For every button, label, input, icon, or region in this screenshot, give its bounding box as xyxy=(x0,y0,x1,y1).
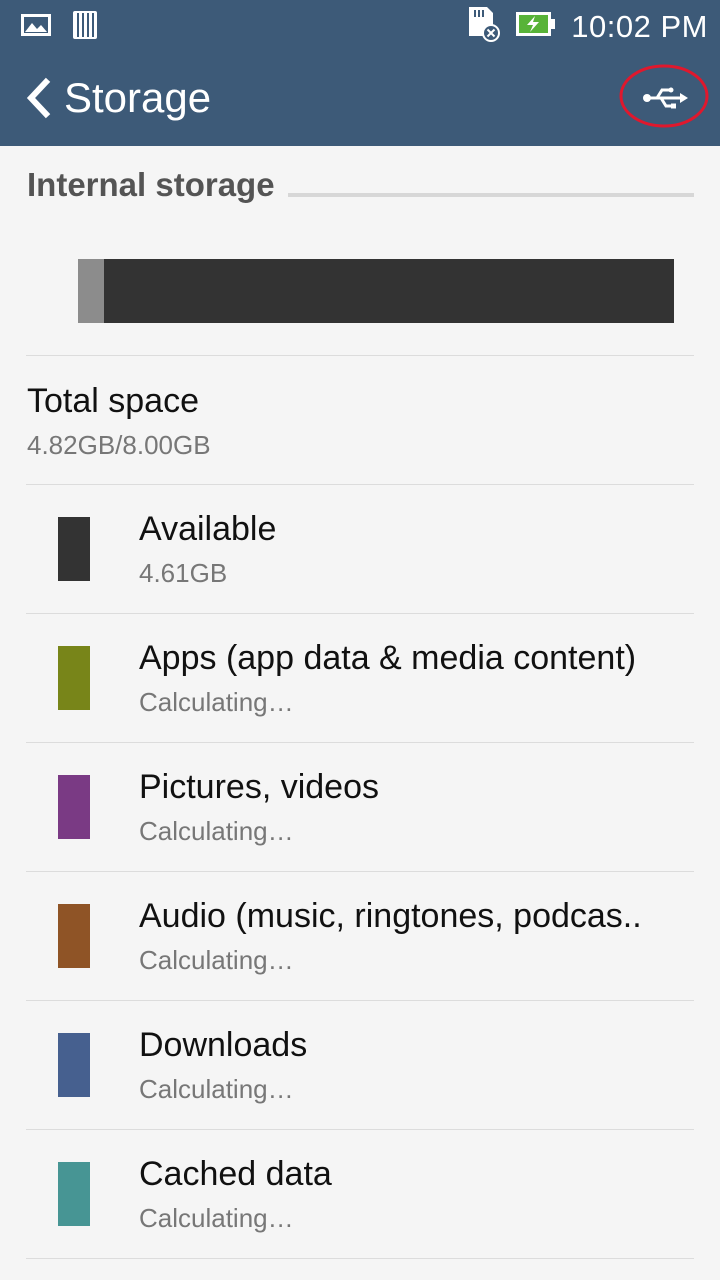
color-swatch xyxy=(58,904,90,968)
sd-card-error-icon xyxy=(467,6,501,47)
app-bar: Storage xyxy=(0,50,720,146)
storage-usage-bar xyxy=(78,259,674,323)
category-row-downloads[interactable]: Downloads Calculating… xyxy=(0,1001,720,1130)
category-label: Apps (app data & media content) xyxy=(139,639,637,677)
category-value: Calculating… xyxy=(139,1203,294,1233)
category-label: Downloads xyxy=(139,1026,308,1064)
divider xyxy=(26,355,694,356)
category-row-audio[interactable]: Audio (music, ringtones, podcas.. Calcul… xyxy=(0,872,720,1001)
status-bar: 10:02 PM xyxy=(0,0,720,50)
battery-charging-icon xyxy=(515,10,557,43)
category-row-available[interactable]: Available 4.61GB xyxy=(0,485,720,614)
category-value: Calculating… xyxy=(139,945,294,975)
color-swatch xyxy=(58,775,90,839)
category-row-cached-data[interactable]: Cached data Calculating… xyxy=(0,1130,720,1259)
barcode-icon xyxy=(72,10,98,45)
divider xyxy=(26,1258,694,1259)
category-row-pictures-videos[interactable]: Pictures, videos Calculating… xyxy=(0,743,720,872)
usb-button[interactable] xyxy=(618,62,710,130)
page-title: Storage xyxy=(64,74,212,121)
category-value: Calculating… xyxy=(139,816,294,846)
category-label: Pictures, videos xyxy=(139,768,379,806)
chevron-left-icon xyxy=(26,77,51,119)
section-rule xyxy=(288,193,694,197)
category-value: Calculating… xyxy=(139,1074,294,1104)
color-swatch xyxy=(58,1033,90,1097)
color-swatch xyxy=(58,1162,90,1226)
gallery-icon xyxy=(20,12,52,43)
color-swatch xyxy=(58,646,90,710)
section-header-internal-storage: Internal storage xyxy=(27,166,275,203)
category-value: 4.61GB xyxy=(139,558,228,588)
category-row-apps[interactable]: Apps (app data & media content) Calculat… xyxy=(0,614,720,743)
back-button[interactable] xyxy=(22,76,56,120)
category-label: Cached data xyxy=(139,1155,332,1193)
total-space-label: Total space xyxy=(27,382,199,420)
clock: 10:02 PM xyxy=(571,8,708,44)
usage-segment-used xyxy=(78,259,104,323)
category-label: Audio (music, ringtones, podcas.. xyxy=(139,897,642,935)
usage-segment-available xyxy=(103,259,674,323)
category-label: Available xyxy=(139,510,277,548)
total-space-value: 4.82GB/8.00GB xyxy=(27,430,211,460)
category-value: Calculating… xyxy=(139,687,294,717)
color-swatch xyxy=(58,517,90,581)
usb-icon xyxy=(619,64,709,128)
